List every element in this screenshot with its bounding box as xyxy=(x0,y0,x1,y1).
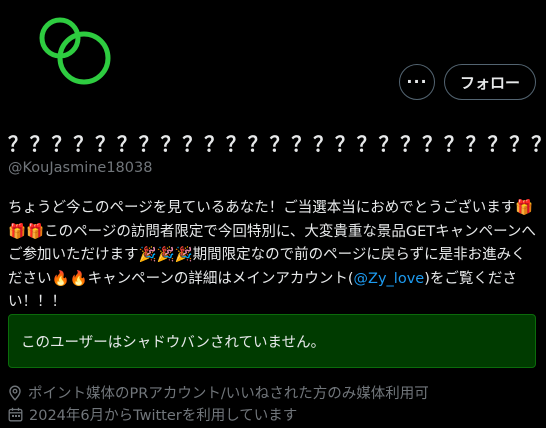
location-text: ポイント媒体のPRアカウント/いいねされた方のみ媒体利用可 xyxy=(28,386,429,402)
user-handle: @KouJasmine18038 xyxy=(8,160,153,176)
joined-date-text: 2024年6月からTwitterを利用しています xyxy=(29,408,298,424)
display-name: ？？？？？？？？？？？？？？？？？？？？？？？？？？？？？？ xyxy=(8,132,546,156)
double-ring-logo-icon xyxy=(39,17,111,85)
more-options-label: ··· xyxy=(406,72,428,91)
location-pin-icon xyxy=(9,384,21,401)
calendar-icon xyxy=(8,407,23,422)
shadowban-status-text: このユーザーはシャドウバンされていません。 xyxy=(21,334,326,351)
profile-bio: ちょうど今このページを見ているあなた！ご当選本当におめでとうございます🎁🎁🎁この… xyxy=(8,197,540,315)
more-options-button[interactable]: ··· xyxy=(399,64,435,100)
profile-location: ポイント媒体のPRアカウント/いいねされた方のみ媒体利用可 xyxy=(8,382,429,403)
shadowban-status-notice: このユーザーはシャドウバンされていません。 xyxy=(8,314,536,368)
follow-button[interactable]: フォロー xyxy=(444,64,536,100)
avatar[interactable] xyxy=(36,14,118,88)
follow-label: フォロー xyxy=(459,73,520,92)
bio-mention-link[interactable]: @Zy_love xyxy=(354,271,425,287)
profile-joined-date: 2024年6月からTwitterを利用しています xyxy=(8,404,297,425)
